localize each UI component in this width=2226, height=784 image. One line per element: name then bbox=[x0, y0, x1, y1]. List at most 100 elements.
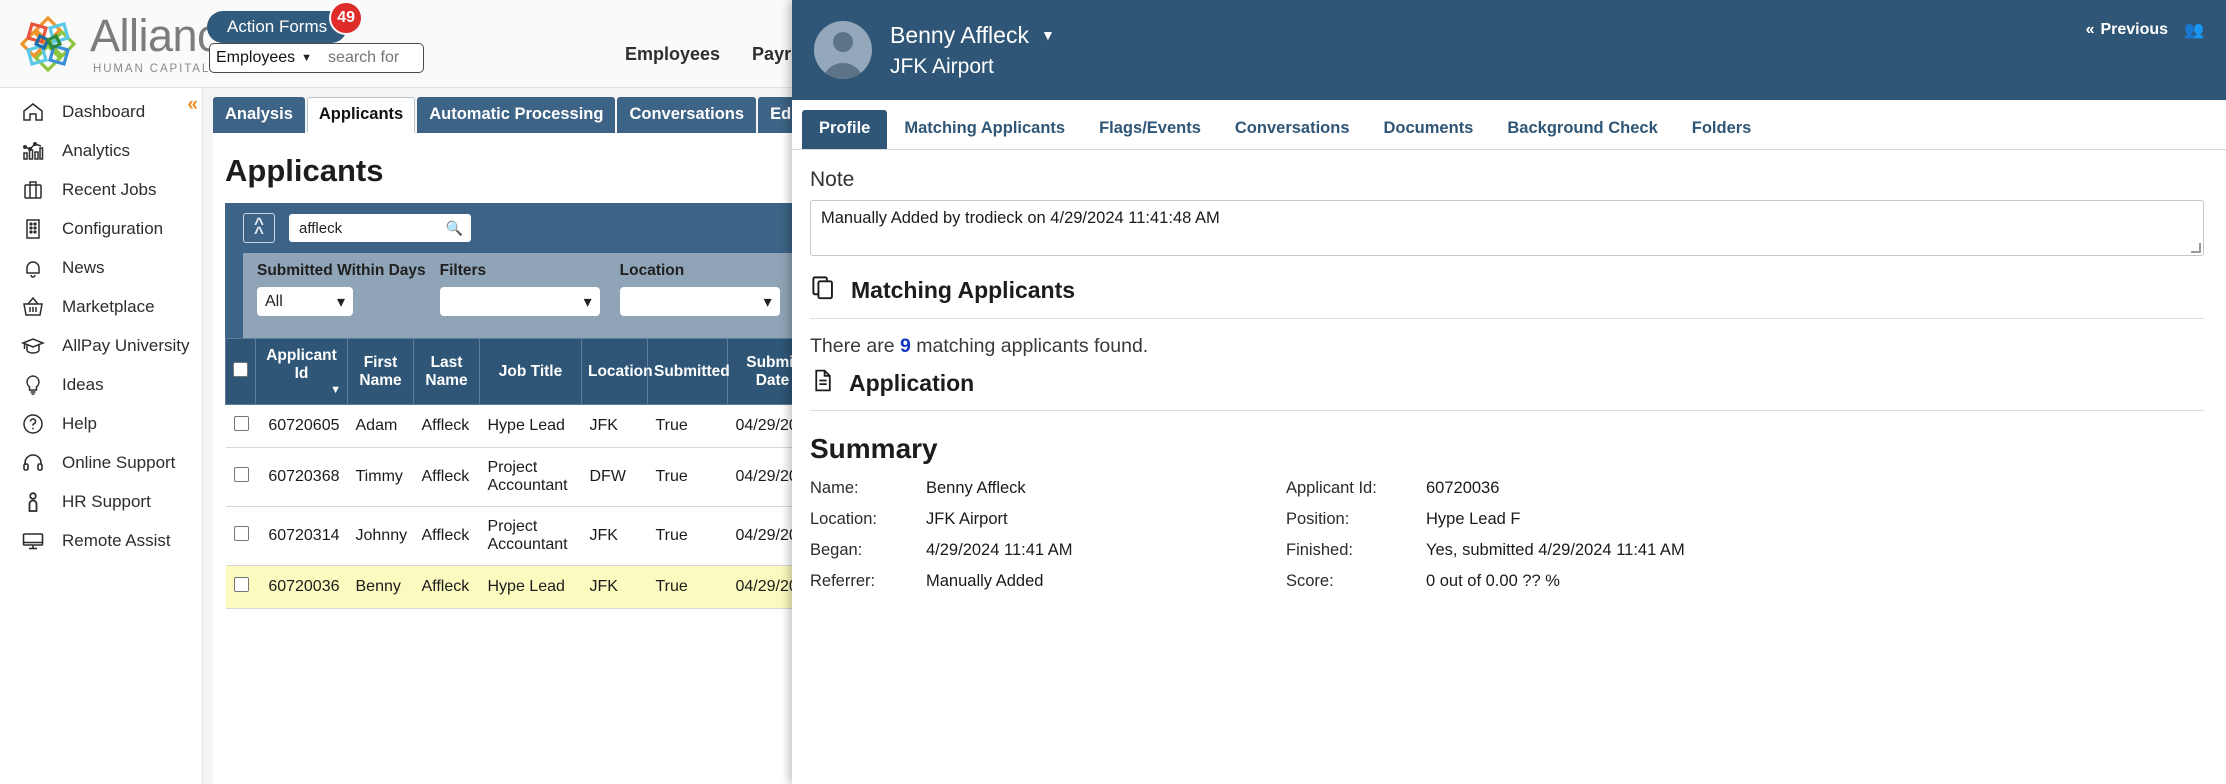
select-all-header[interactable] bbox=[225, 338, 256, 405]
sidebar-item-remote-assist[interactable]: Remote Assist bbox=[0, 521, 202, 560]
summary-grid: Name: Benny Affleck Applicant Id: 607200… bbox=[810, 479, 2204, 591]
tab-conversations[interactable]: Conversations bbox=[617, 97, 757, 133]
submitted-within-days-select[interactable]: All ▾ bbox=[257, 287, 353, 316]
filter-submitted-within-days: Submitted Within Days All ▾ bbox=[243, 262, 426, 316]
sidebar-item-label: AllPay University bbox=[62, 335, 190, 355]
chevron-down-icon: ▾ bbox=[583, 293, 592, 311]
table-search-input[interactable] bbox=[297, 218, 437, 238]
basket-icon bbox=[20, 294, 46, 320]
summary-value-referrer: Manually Added bbox=[926, 572, 1044, 590]
sidebar-item-label: Configuration bbox=[62, 218, 164, 238]
person-icon bbox=[20, 489, 46, 515]
sidebar-item-marketplace[interactable]: Marketplace bbox=[0, 287, 202, 326]
detail-tab-folders[interactable]: Folders bbox=[1675, 110, 1769, 149]
row-select-cell[interactable] bbox=[225, 404, 256, 448]
collapse-filters-icon[interactable]: ^ ^ bbox=[243, 213, 275, 243]
detail-tab-profile[interactable]: Profile bbox=[802, 110, 888, 149]
sidebar-item-ideas[interactable]: Ideas bbox=[0, 365, 202, 404]
cell-submitted: True bbox=[647, 404, 728, 448]
sidebar-item-help[interactable]: Help bbox=[0, 404, 202, 443]
chevron-down-icon: ▾ bbox=[336, 293, 345, 311]
cell-location: DFW bbox=[581, 447, 648, 507]
resize-handle[interactable] bbox=[2191, 243, 2201, 253]
row-checkbox[interactable] bbox=[233, 467, 249, 482]
tab-applicants[interactable]: Applicants bbox=[306, 97, 416, 133]
sidebar-item-dashboard[interactable]: Dashboard bbox=[0, 92, 202, 131]
row-select-cell[interactable] bbox=[225, 565, 256, 609]
applicant-detail-panel: Benny Affleck ▼ JFK Airport « Previous 👥… bbox=[792, 0, 2226, 784]
row-checkbox[interactable] bbox=[233, 526, 249, 541]
col-first-name[interactable]: First Name bbox=[347, 338, 414, 405]
search-icon[interactable]: 🔍 bbox=[446, 220, 463, 237]
cell-submitted: True bbox=[647, 447, 728, 507]
filter-label: Submitted Within Days bbox=[257, 262, 426, 279]
sidebar-item-news[interactable]: News bbox=[0, 248, 202, 287]
previous-label: Previous bbox=[2100, 21, 2169, 38]
chevron-down-icon: ▼ bbox=[301, 52, 313, 64]
summary-value-name: Benny Affleck bbox=[926, 479, 1026, 497]
analytics-icon bbox=[20, 138, 46, 164]
application-title: Application bbox=[849, 369, 975, 396]
sidebar-item-recent-jobs[interactable]: Recent Jobs bbox=[0, 170, 202, 209]
row-checkbox[interactable] bbox=[233, 416, 249, 431]
row-select-cell[interactable] bbox=[225, 506, 256, 566]
sidebar-item-label: Recent Jobs bbox=[62, 179, 157, 199]
previous-button[interactable]: « Previous bbox=[2086, 21, 2169, 39]
people-icon[interactable]: 👥 bbox=[2184, 20, 2204, 40]
location-select[interactable]: ▾ bbox=[619, 287, 780, 316]
sidebar-item-label: Analytics bbox=[62, 140, 131, 160]
col-job-title[interactable]: Job Title bbox=[479, 338, 582, 405]
summary-value-location: JFK Airport bbox=[926, 510, 1008, 528]
search-scope-select[interactable]: Employees ▼ bbox=[210, 49, 312, 67]
cell-job-title: Project Accountant bbox=[479, 506, 582, 566]
nav-item-employees[interactable]: Employees bbox=[625, 44, 720, 65]
detail-tab-background-check[interactable]: Background Check bbox=[1490, 110, 1674, 149]
detail-tab-matching-applicants[interactable]: Matching Applicants bbox=[887, 110, 1082, 149]
col-location[interactable]: Location bbox=[581, 338, 653, 405]
sidebar-collapse-icon[interactable]: « bbox=[187, 94, 197, 116]
question-circle-icon bbox=[20, 411, 46, 437]
col-last-name[interactable]: Last Name bbox=[413, 338, 480, 405]
sidebar-item-online-support[interactable]: Online Support bbox=[0, 443, 202, 482]
select-value: All bbox=[265, 292, 283, 310]
table-search[interactable]: 🔍 bbox=[289, 214, 471, 242]
select-all-checkbox[interactable] bbox=[233, 361, 248, 377]
cell-job-title: Project Accountant bbox=[479, 447, 582, 507]
person-name-row[interactable]: Benny Affleck ▼ bbox=[890, 22, 1055, 49]
cell-last-name: Affleck bbox=[413, 565, 480, 609]
sidebar-item-label: Help bbox=[62, 413, 97, 433]
sidebar-item-label: Marketplace bbox=[62, 296, 155, 316]
matching-applicants-count-line: There are 9 matching applicants found. bbox=[810, 335, 2204, 358]
row-select-cell[interactable] bbox=[225, 447, 256, 507]
cell-location: JFK bbox=[581, 404, 648, 448]
global-search-bar[interactable]: Employees ▼ bbox=[209, 43, 427, 73]
note-value: Manually Added by trodieck on 4/29/2024 … bbox=[821, 209, 1220, 227]
action-forms-button[interactable]: Action Forms 49 bbox=[207, 1, 364, 43]
detail-tab-bar: Profile Matching Applicants Flags/Events… bbox=[792, 100, 2226, 150]
app-root: Alliance HUMAN CAPITAL MANAGEMENT Action… bbox=[0, 0, 2226, 784]
filters-select[interactable]: ▾ bbox=[439, 287, 600, 316]
detail-tab-flags-events[interactable]: Flags/Events bbox=[1082, 110, 1218, 149]
application-section-header: Application bbox=[810, 368, 2204, 398]
cell-submitted: True bbox=[647, 565, 728, 609]
search-input[interactable] bbox=[326, 48, 427, 68]
divider bbox=[810, 410, 2204, 411]
col-applicant-id[interactable]: Applicant Id ▼ bbox=[255, 338, 348, 405]
cell-first-name: Adam bbox=[347, 404, 414, 448]
sidebar-item-analytics[interactable]: Analytics bbox=[0, 131, 202, 170]
cell-last-name: Affleck bbox=[413, 404, 480, 448]
row-checkbox[interactable] bbox=[233, 577, 249, 592]
tab-automatic-processing[interactable]: Automatic Processing bbox=[417, 97, 616, 133]
chevron-down-icon[interactable]: ▼ bbox=[1041, 27, 1055, 43]
detail-tab-documents[interactable]: Documents bbox=[1367, 110, 1491, 149]
note-textarea[interactable]: Manually Added by trodieck on 4/29/2024 … bbox=[810, 200, 2204, 256]
summary-key-finished: Finished: bbox=[1286, 541, 1353, 559]
tab-analysis[interactable]: Analysis bbox=[213, 97, 305, 133]
sidebar-item-configuration[interactable]: Configuration bbox=[0, 209, 202, 248]
filter-label: Filters bbox=[439, 262, 487, 279]
detail-tab-conversations[interactable]: Conversations bbox=[1218, 110, 1367, 149]
col-submitted[interactable]: Submitted bbox=[647, 338, 730, 405]
cell-first-name: Johnny bbox=[347, 506, 414, 566]
sidebar-item-hr-support[interactable]: HR Support bbox=[0, 482, 202, 521]
sidebar-item-allpay-university[interactable]: AllPay University bbox=[0, 326, 202, 365]
